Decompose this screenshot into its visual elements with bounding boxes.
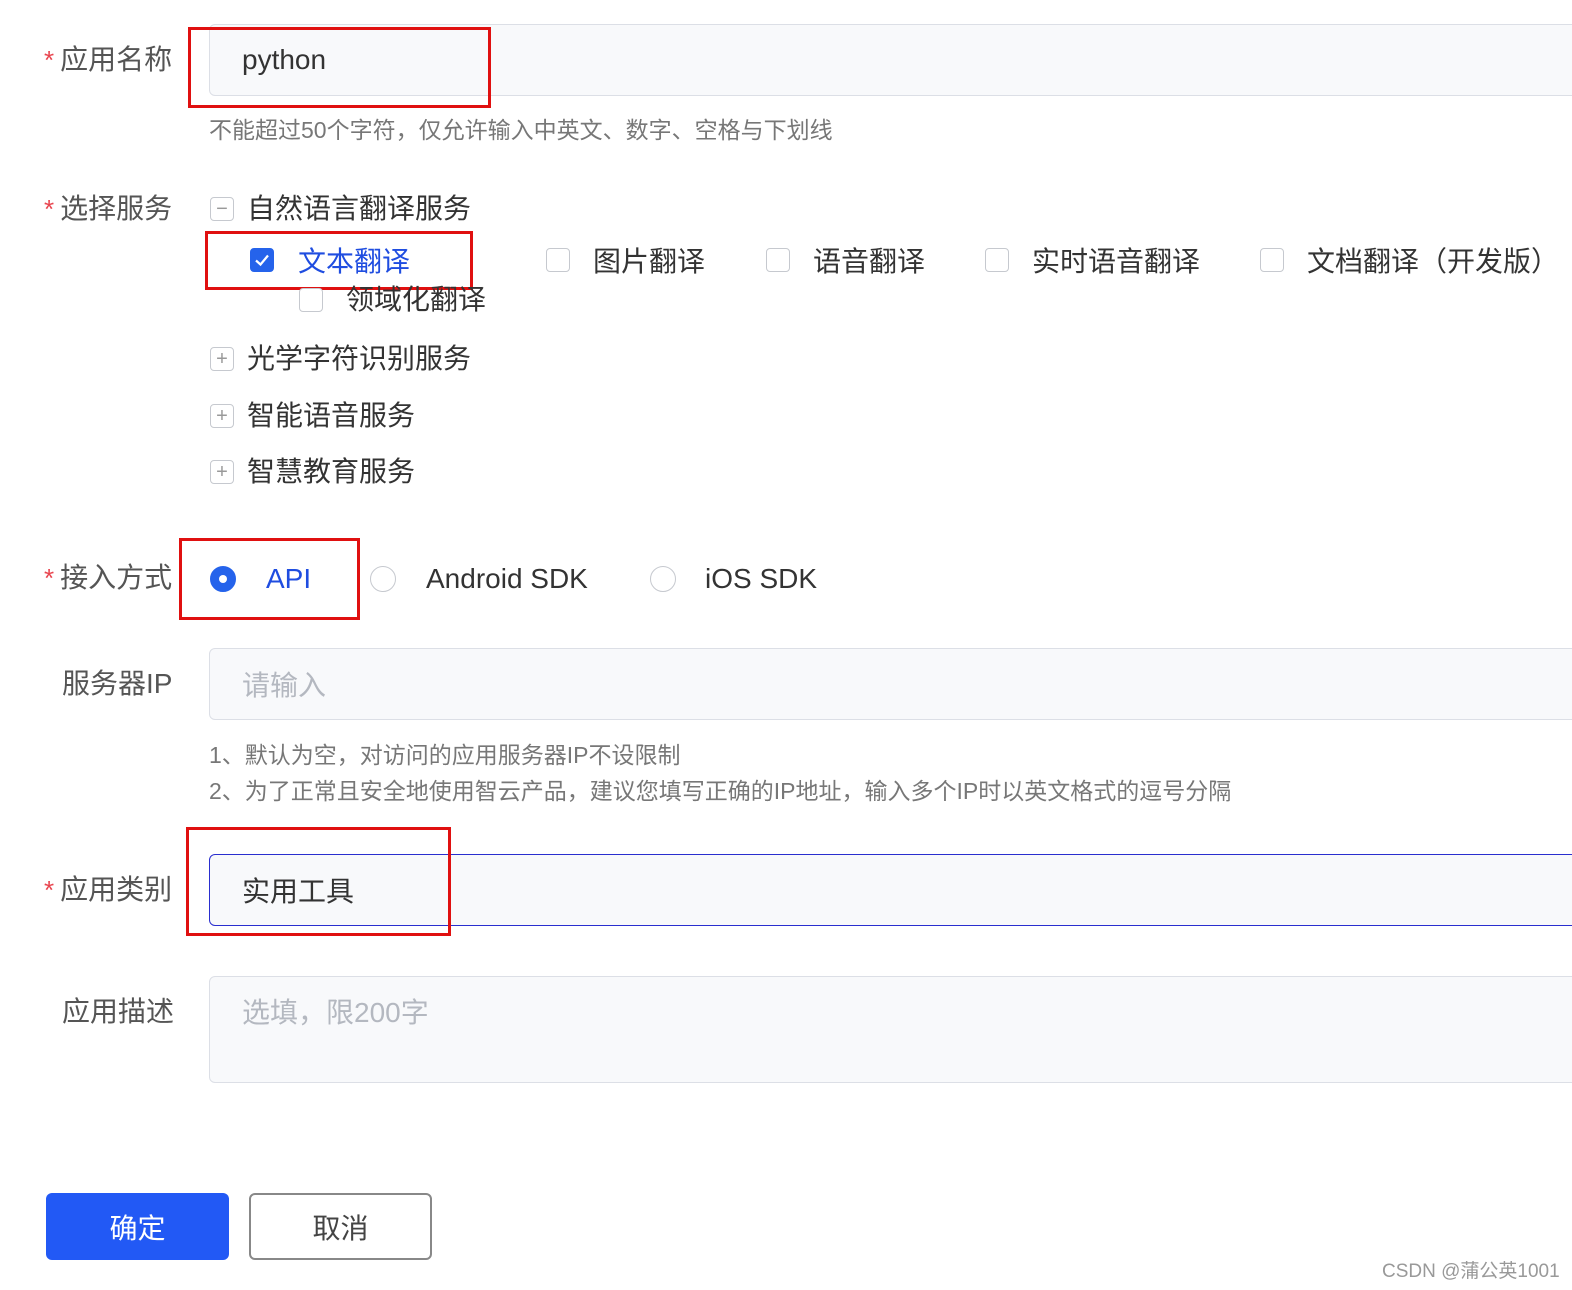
server-ip-hint-1: 1、默认为空，对访问的应用服务器IP不设限制 [209, 742, 681, 768]
radio-ios-sdk[interactable] [650, 566, 676, 592]
server-ip-hint-2: 2、为了正常且安全地使用智云产品，建议您填写正确的IP地址，输入多个IP时以英文… [209, 778, 1232, 804]
highlight-box-app-name [188, 27, 491, 108]
service-group-voice[interactable]: 智能语音服务 [247, 396, 415, 436]
app-name-hint: 不能超过50个字符，仅允许输入中英文、数字、空格与下划线 [209, 117, 833, 143]
app-category-label: * 应用类别 [44, 874, 173, 905]
highlight-box-api [179, 538, 360, 620]
option-realtime-speech-translation[interactable]: 实时语音翻译 [1032, 242, 1200, 282]
radio-android-sdk[interactable] [370, 566, 396, 592]
service-group-nlp-translation[interactable]: 自然语言翻译服务 [247, 189, 471, 229]
checkbox-document-translation[interactable] [1260, 248, 1284, 272]
server-ip-input[interactable]: 请输入 [209, 648, 1572, 720]
required-mark: * [44, 194, 55, 224]
service-group-ocr[interactable]: 光学字符识别服务 [247, 339, 471, 379]
expand-toggle-icon[interactable]: + [210, 460, 234, 484]
confirm-button[interactable]: 确定 [46, 1193, 229, 1260]
required-mark: * [44, 563, 55, 593]
option-image-translation[interactable]: 图片翻译 [593, 242, 705, 282]
service-group-education[interactable]: 智慧教育服务 [247, 452, 415, 492]
description-textarea[interactable]: 选填，限200字 [209, 976, 1572, 1083]
expand-toggle-icon[interactable]: + [210, 404, 234, 428]
expand-toggle-icon[interactable]: + [210, 347, 234, 371]
cancel-button[interactable]: 取消 [249, 1193, 432, 1260]
checkbox-domain-translation[interactable] [299, 288, 323, 312]
checkbox-realtime-speech-translation[interactable] [985, 248, 1009, 272]
collapse-toggle-icon[interactable]: − [210, 197, 234, 221]
option-android-sdk[interactable]: Android SDK [426, 559, 588, 599]
description-label: 应用描述 [62, 996, 175, 1027]
watermark: CSDN @蒲公英1001 [1382, 1261, 1560, 1282]
description-placeholder: 选填，限200字 [242, 997, 429, 1028]
server-ip-placeholder: 请输入 [242, 670, 327, 701]
access-method-label: * 接入方式 [44, 562, 173, 593]
option-document-translation[interactable]: 文档翻译（开发版） [1307, 242, 1559, 282]
services-label: * 选择服务 [44, 193, 173, 224]
server-ip-label: 服务器IP [62, 668, 173, 699]
required-mark: * [44, 45, 55, 75]
option-domain-translation[interactable]: 领域化翻译 [346, 280, 486, 320]
checkbox-speech-translation[interactable] [766, 248, 790, 272]
highlight-box-app-category [186, 827, 451, 936]
app-name-label: * 应用名称 [44, 44, 173, 75]
checkbox-image-translation[interactable] [546, 248, 570, 272]
option-speech-translation[interactable]: 语音翻译 [813, 242, 925, 282]
option-ios-sdk[interactable]: iOS SDK [705, 559, 817, 599]
required-mark: * [44, 875, 55, 905]
